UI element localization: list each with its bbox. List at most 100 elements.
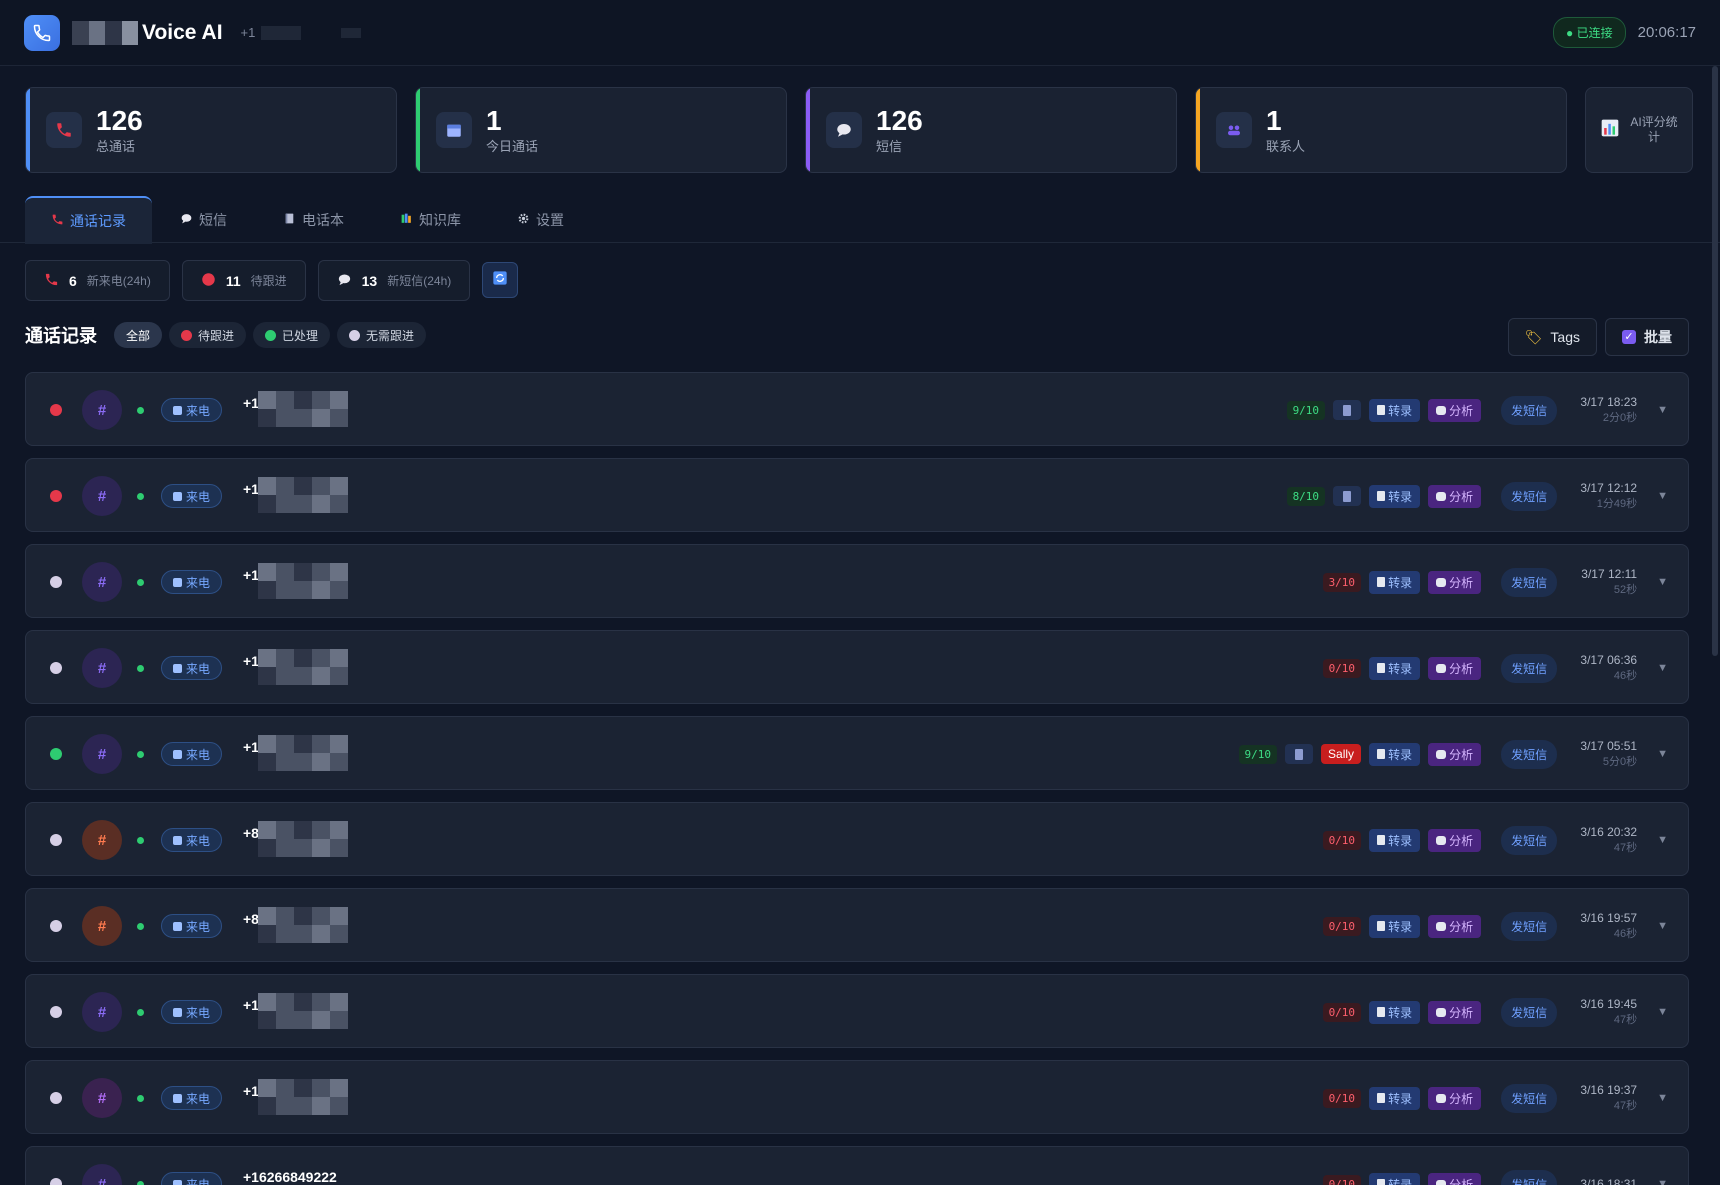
incoming-badge: 来电 (161, 484, 223, 508)
note-icon[interactable] (1333, 486, 1362, 506)
tags-button[interactable]: 🏷 Tags (1507, 318, 1597, 356)
quick-filter-0[interactable]: 6 新来电(24h) (25, 260, 170, 301)
bar-chart-icon (1600, 118, 1620, 143)
quick-label: 待跟进 (250, 274, 287, 288)
analyze-button[interactable]: 分析 (1428, 1172, 1482, 1185)
follow-up-status-dot[interactable] (50, 1178, 62, 1185)
follow-up-status-dot[interactable] (50, 404, 62, 416)
tab-4[interactable]: 设置 (489, 196, 592, 244)
transcribe-button[interactable]: 转录 (1369, 828, 1421, 852)
transcribe-button[interactable]: 转录 (1369, 656, 1421, 680)
call-row[interactable]: # 来电 +16266849222 0/10 转录 分析 发短信 3/16 18:31 ▼ (25, 1146, 1689, 1185)
call-row[interactable]: # 来电 +8 0/10 转录 分析 发短信 3/16 20:32 47秒 ▼ (25, 802, 1689, 876)
filter-chip-0[interactable]: 全部 (114, 322, 163, 348)
filter-chip-2[interactable]: 已处理 (253, 322, 331, 348)
chevron-down-icon[interactable]: ▼ (1657, 748, 1668, 760)
filter-chip-1[interactable]: 待跟进 (169, 322, 247, 348)
tab-2[interactable]: 电话本 (255, 196, 372, 244)
number-redacted (258, 391, 348, 427)
chevron-down-icon[interactable]: ▼ (1657, 490, 1668, 502)
analyze-button[interactable]: 分析 (1428, 742, 1482, 766)
send-sms-button[interactable]: 发短信 (1501, 653, 1558, 683)
transcribe-button[interactable]: 转录 (1369, 398, 1421, 422)
chevron-down-icon[interactable]: ▼ (1657, 576, 1668, 588)
batch-button[interactable]: ✓ 批量 (1605, 318, 1689, 356)
analyze-button[interactable]: 分析 (1428, 656, 1482, 680)
ai-stats-button[interactable]: AI评分统计 (1585, 87, 1693, 173)
filter-chip-3[interactable]: 无需跟进 (337, 322, 427, 348)
transcribe-button[interactable]: 转录 (1369, 742, 1421, 766)
note-icon[interactable] (1285, 744, 1314, 764)
transcribe-button[interactable]: 转录 (1369, 1086, 1421, 1110)
call-row[interactable]: # 来电 +1 0/10 转录 分析 发短信 3/16 19:37 47秒 ▼ (25, 1060, 1689, 1134)
filter-chip-label: 无需跟进 (366, 328, 415, 343)
follow-up-status-dot[interactable] (50, 1092, 62, 1104)
send-sms-button[interactable]: 发短信 (1501, 825, 1558, 855)
send-sms-button[interactable]: 发短信 (1501, 1083, 1558, 1113)
online-indicator (137, 665, 144, 672)
send-sms-button[interactable]: 发短信 (1501, 997, 1558, 1027)
analyze-button[interactable]: 分析 (1428, 1086, 1482, 1110)
refresh-button[interactable] (482, 262, 519, 298)
direction-label: 来电 (186, 489, 211, 504)
scrollbar[interactable] (1712, 66, 1718, 656)
transcribe-button[interactable]: 转录 (1369, 1000, 1421, 1024)
tab-3[interactable]: 知识库 (372, 196, 489, 244)
analyze-button[interactable]: 分析 (1428, 398, 1482, 422)
filter-chip-label: 待跟进 (198, 328, 235, 343)
follow-up-status-dot[interactable] (50, 748, 62, 760)
chevron-down-icon[interactable]: ▼ (1657, 834, 1668, 846)
analyze-button[interactable]: 分析 (1428, 914, 1482, 938)
transcribe-button[interactable]: 转录 (1369, 1172, 1421, 1185)
analyze-label: 分析 (1449, 661, 1474, 676)
send-sms-button[interactable]: 发短信 (1501, 911, 1558, 941)
chevron-down-icon[interactable]: ▼ (1657, 1006, 1668, 1018)
analyze-label: 分析 (1449, 1177, 1474, 1185)
analyze-button[interactable]: 分析 (1428, 1000, 1482, 1024)
avatar: # (82, 1164, 122, 1185)
analyze-button[interactable]: 分析 (1428, 484, 1482, 508)
transcribe-button[interactable]: 转录 (1369, 914, 1421, 938)
status-dot-icon (349, 329, 361, 341)
call-row[interactable]: # 来电 +1 8/10 转录 分析 发短信 3/17 12:12 1分49秒 ▼ (25, 458, 1689, 532)
follow-up-status-dot[interactable] (50, 490, 62, 502)
transcribe-button[interactable]: 转录 (1369, 484, 1421, 508)
follow-up-status-dot[interactable] (50, 834, 62, 846)
incoming-badge: 来电 (161, 828, 223, 852)
transcribe-button[interactable]: 转录 (1369, 570, 1421, 594)
analyze-button[interactable]: 分析 (1428, 570, 1482, 594)
send-sms-button[interactable]: 发短信 (1501, 481, 1558, 511)
follow-up-status-dot[interactable] (50, 920, 62, 932)
online-indicator (137, 1181, 144, 1185)
follow-up-status-dot[interactable] (50, 576, 62, 588)
document-icon (1377, 1179, 1386, 1185)
quick-filter-1[interactable]: 11 待跟进 (181, 260, 306, 301)
tab-1[interactable]: 短信 (152, 196, 255, 244)
analyze-label: 分析 (1449, 919, 1474, 934)
tag-icon: 🏷 (1524, 328, 1543, 345)
note-icon[interactable] (1333, 400, 1362, 420)
call-row[interactable]: # 来电 +1 0/10 转录 分析 发短信 3/16 19:45 47秒 ▼ (25, 974, 1689, 1048)
send-sms-button[interactable]: 发短信 (1501, 395, 1558, 425)
call-row[interactable]: # 来电 +1 9/10 转录 分析 发短信 3/17 18:23 2分0秒 ▼ (25, 372, 1689, 446)
stat-label: 联系人 (1266, 138, 1306, 154)
call-row[interactable]: # 来电 +1 0/10 转录 分析 发短信 3/17 06:36 46秒 ▼ (25, 630, 1689, 704)
call-row[interactable]: # 来电 +1 3/10 转录 分析 发短信 3/17 12:11 52秒 ▼ (25, 544, 1689, 618)
chevron-down-icon[interactable]: ▼ (1657, 1178, 1668, 1185)
follow-up-status-dot[interactable] (50, 1006, 62, 1018)
chevron-down-icon[interactable]: ▼ (1657, 1092, 1668, 1104)
follow-up-status-dot[interactable] (50, 662, 62, 674)
send-sms-button[interactable]: 发短信 (1501, 567, 1558, 597)
chevron-down-icon[interactable]: ▼ (1657, 404, 1668, 416)
chevron-down-icon[interactable]: ▼ (1657, 662, 1668, 674)
avatar: # (82, 562, 122, 602)
chevron-down-icon[interactable]: ▼ (1657, 920, 1668, 932)
call-row[interactable]: # 来电 +8 0/10 转录 分析 发短信 3/16 19:57 46秒 ▼ (25, 888, 1689, 962)
analyze-button[interactable]: 分析 (1428, 828, 1482, 852)
send-sms-button[interactable]: 发短信 (1501, 1169, 1558, 1185)
quick-filter-2[interactable]: 13 新短信(24h) (317, 260, 471, 301)
tab-0[interactable]: 通话记录 (25, 196, 152, 244)
agent-tag[interactable]: Sally (1321, 744, 1362, 764)
send-sms-button[interactable]: 发短信 (1501, 739, 1558, 769)
call-row[interactable]: # 来电 +1 9/10 Sally 转录 分析 发短信 3/17 05:51 5分0秒 ▼ (25, 716, 1689, 790)
